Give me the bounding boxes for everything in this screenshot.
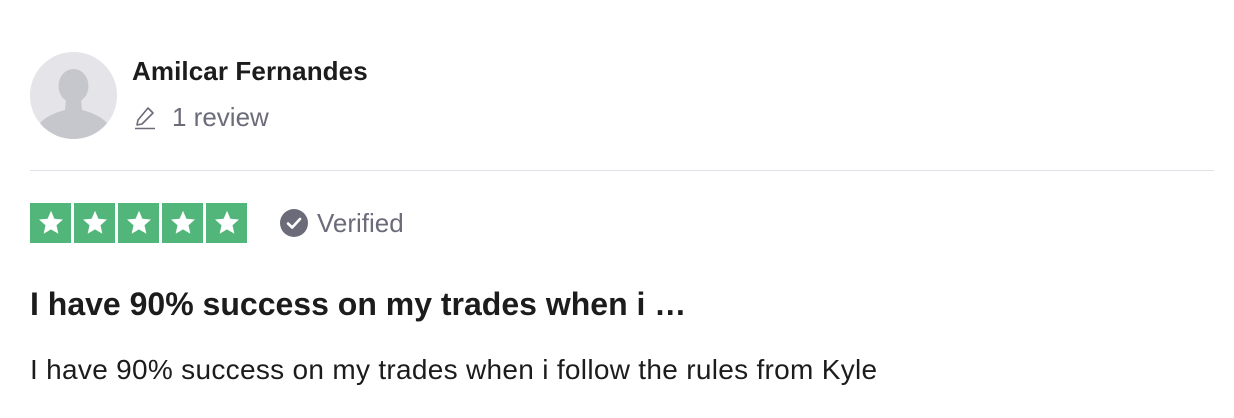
star-icon — [30, 203, 71, 243]
checkmark-circle-icon — [279, 208, 309, 238]
verified-badge[interactable]: Verified — [279, 208, 404, 239]
review-title[interactable]: I have 90% success on my trades when i … — [30, 282, 686, 326]
review-body: I have 90% success on my trades when i f… — [30, 354, 878, 385]
star-icon — [206, 203, 247, 243]
pencil-icon — [132, 104, 158, 130]
star-rating — [30, 203, 247, 243]
avatar[interactable] — [30, 52, 117, 139]
verified-label: Verified — [317, 207, 404, 238]
star-icon — [162, 203, 203, 243]
divider — [30, 170, 1214, 171]
review-count-label: 1 review — [172, 102, 269, 132]
rating-row: Verified — [30, 203, 404, 243]
consumer-name[interactable]: Amilcar Fernandes — [132, 55, 368, 87]
star-icon — [74, 203, 115, 243]
consumer-details: Amilcar Fernandes 1 review — [132, 52, 368, 133]
default-user-silhouette-icon — [30, 52, 117, 139]
review-count: 1 review — [132, 101, 368, 133]
star-icon — [118, 203, 159, 243]
review-card: Amilcar Fernandes 1 review Verified I ha… — [0, 0, 1234, 418]
consumer-info-block[interactable]: Amilcar Fernandes 1 review — [30, 52, 368, 139]
